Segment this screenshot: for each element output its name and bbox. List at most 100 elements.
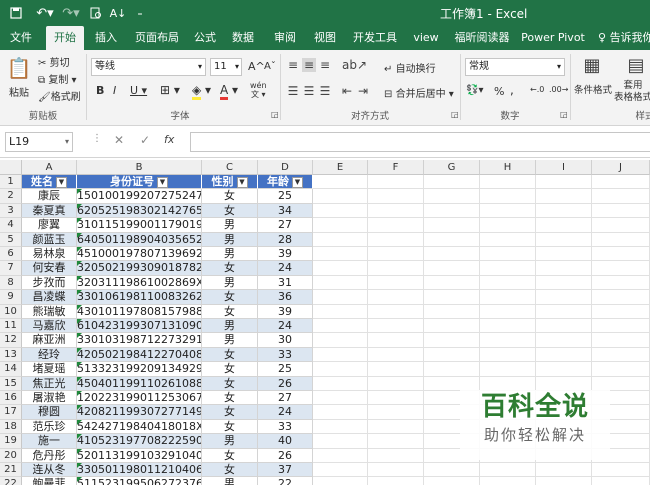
empty-cell[interactable]	[480, 333, 536, 348]
increase-decimal-icon[interactable]: ←.0	[530, 85, 544, 94]
table-cell[interactable]: 女	[202, 419, 258, 435]
table-cell[interactable]: 25	[258, 189, 313, 204]
table-cell[interactable]: 危丹彤	[22, 448, 77, 463]
tab-formulas[interactable]: 公式	[190, 26, 220, 50]
table-cell[interactable]: 450401199110261088	[77, 376, 202, 391]
column-header-h[interactable]: H	[480, 160, 536, 175]
table-cell[interactable]: 男	[202, 232, 258, 247]
formula-input[interactable]	[190, 132, 650, 152]
cancel-icon[interactable]: ✕	[114, 133, 124, 147]
table-cell[interactable]: 男	[202, 333, 258, 348]
empty-cell[interactable]	[592, 218, 650, 233]
sort-icon[interactable]: A↓	[110, 4, 127, 22]
print-preview-icon[interactable]	[88, 4, 104, 22]
row-header[interactable]: 9	[0, 290, 22, 305]
empty-cell[interactable]	[480, 203, 536, 219]
font-color-button[interactable]: A ▾	[220, 83, 238, 100]
table-cell[interactable]: 女	[202, 463, 258, 478]
empty-cell[interactable]	[313, 376, 368, 391]
empty-cell[interactable]	[368, 232, 424, 247]
table-cell[interactable]: 410523197708222590	[77, 434, 202, 449]
paste-icon[interactable]: 📋	[6, 56, 32, 82]
empty-cell[interactable]	[424, 376, 480, 391]
empty-cell[interactable]	[480, 376, 536, 391]
font-name-select[interactable]: 等线 ▾	[91, 58, 206, 76]
row-header[interactable]: 2	[0, 189, 22, 204]
table-header-cell[interactable]: 身份证号 ▼	[77, 175, 202, 190]
table-cell[interactable]: 女	[202, 203, 258, 219]
shrink-font-button[interactable]: Aˇ	[264, 61, 276, 72]
empty-cell[interactable]	[368, 290, 424, 305]
empty-cell[interactable]	[313, 477, 368, 485]
redo-icon[interactable]: ↷▾	[60, 4, 82, 22]
empty-cell[interactable]	[480, 189, 536, 204]
empty-cell[interactable]	[313, 247, 368, 262]
row-header[interactable]: 3	[0, 203, 22, 219]
number-format-select[interactable]: 常规 ▾	[465, 58, 565, 76]
tab-view[interactable]: 视图	[310, 26, 340, 50]
empty-cell[interactable]	[536, 463, 592, 478]
row-header[interactable]: 7	[0, 261, 22, 276]
empty-cell[interactable]	[424, 275, 480, 291]
empty-cell[interactable]	[368, 189, 424, 204]
table-cell[interactable]: 25	[258, 362, 313, 377]
tell-me-search[interactable]: ♀ 告诉我你	[598, 26, 650, 50]
empty-cell[interactable]	[313, 203, 368, 219]
row-header[interactable]: 20	[0, 448, 22, 463]
empty-cell[interactable]	[536, 175, 592, 190]
table-cell[interactable]: 36	[258, 290, 313, 305]
empty-cell[interactable]	[480, 463, 536, 478]
table-cell[interactable]: 秦夏真	[22, 203, 77, 219]
empty-cell[interactable]	[480, 232, 536, 247]
empty-cell[interactable]	[313, 405, 368, 420]
font-size-select[interactable]: 11 ▾	[210, 58, 242, 76]
table-cell[interactable]: 39	[258, 247, 313, 262]
empty-cell[interactable]	[592, 319, 650, 334]
table-cell[interactable]: 610423199307131090	[77, 319, 202, 334]
tab-insert[interactable]: 插入	[90, 26, 122, 50]
table-cell[interactable]: 150100199207275247	[77, 189, 202, 204]
empty-cell[interactable]	[536, 232, 592, 247]
empty-cell[interactable]	[368, 362, 424, 377]
filter-dropdown-icon[interactable]: ▼	[157, 176, 168, 188]
borders-button[interactable]: ⊞ ▾	[160, 83, 180, 97]
empty-cell[interactable]	[536, 218, 592, 233]
empty-cell[interactable]	[424, 290, 480, 305]
empty-cell[interactable]	[424, 232, 480, 247]
empty-cell[interactable]	[480, 304, 536, 319]
empty-cell[interactable]	[313, 261, 368, 276]
dialog-launcher-icon[interactable]: ◲	[560, 110, 568, 119]
empty-cell[interactable]	[368, 247, 424, 262]
cut-button[interactable]: ✂ 剪切	[38, 54, 70, 69]
row-header[interactable]: 16	[0, 391, 22, 406]
table-cell[interactable]: 54242719840418018X	[77, 419, 202, 435]
empty-cell[interactable]	[480, 261, 536, 276]
percent-button[interactable]: %	[494, 85, 504, 98]
table-cell[interactable]: 330103198712273291	[77, 333, 202, 348]
empty-cell[interactable]	[536, 376, 592, 391]
row-header[interactable]: 1	[0, 175, 22, 190]
table-cell[interactable]: 男	[202, 319, 258, 334]
empty-cell[interactable]	[313, 189, 368, 204]
empty-cell[interactable]	[313, 463, 368, 478]
column-header-b[interactable]: B	[77, 160, 202, 175]
table-header-cell[interactable]: 性别 ▼	[202, 175, 258, 190]
empty-cell[interactable]	[368, 304, 424, 319]
table-cell[interactable]: 穆圆	[22, 405, 77, 420]
table-cell[interactable]: 310115199001179019	[77, 218, 202, 233]
empty-cell[interactable]	[592, 189, 650, 204]
empty-cell[interactable]	[424, 319, 480, 334]
table-cell[interactable]: 堵夏瑶	[22, 362, 77, 377]
table-cell[interactable]: 330106198110083262	[77, 290, 202, 305]
table-cell[interactable]: 廖翼	[22, 218, 77, 233]
empty-cell[interactable]	[536, 304, 592, 319]
filter-dropdown-icon[interactable]: ▼	[236, 176, 248, 188]
tab-file[interactable]: 文件	[6, 26, 36, 50]
empty-cell[interactable]	[536, 189, 592, 204]
empty-cell[interactable]	[592, 232, 650, 247]
empty-cell[interactable]	[536, 477, 592, 485]
increase-indent-icon[interactable]: ⇥	[356, 84, 370, 98]
decrease-indent-icon[interactable]: ⇤	[340, 84, 354, 98]
table-cell[interactable]: 420821199307277149	[77, 405, 202, 420]
orientation-icon[interactable]: ab↗	[342, 58, 367, 72]
